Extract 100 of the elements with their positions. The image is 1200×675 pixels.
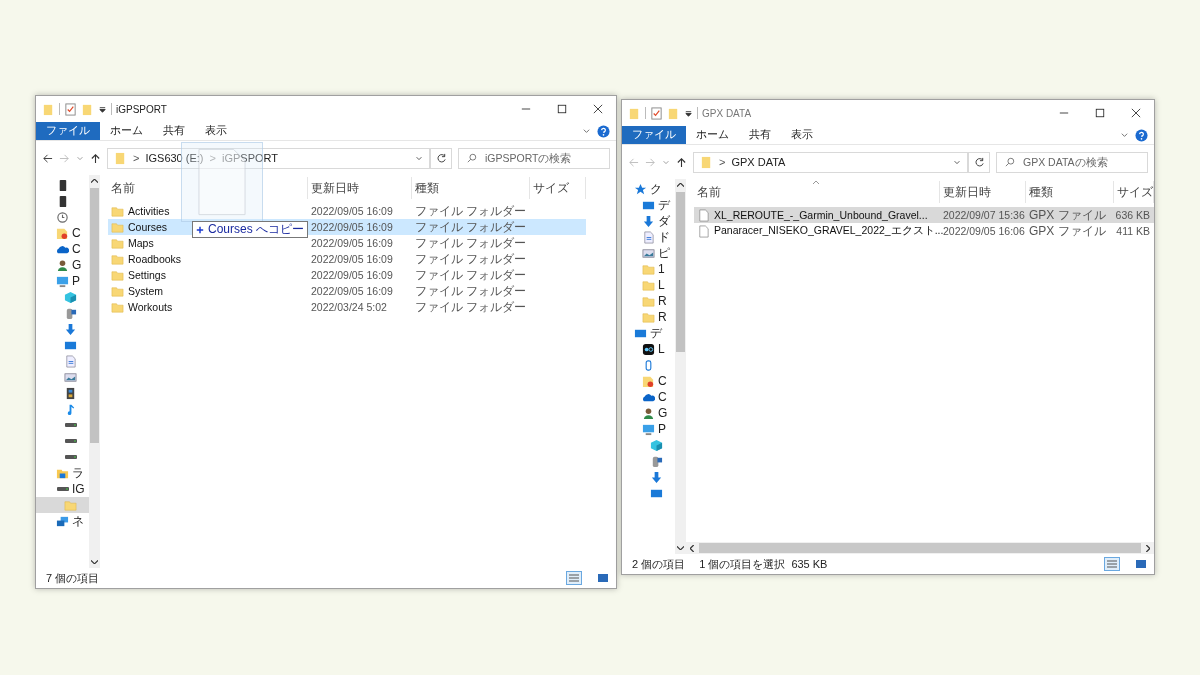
dropdown-chevron-icon[interactable] (953, 158, 961, 166)
item-count: 7 個の項目 (46, 570, 100, 586)
folder-icon (111, 236, 124, 250)
scroll-up-icon[interactable] (677, 183, 684, 188)
nav-item[interactable]: P (36, 273, 89, 289)
expand-ribbon-icon[interactable] (582, 126, 591, 136)
breadcrumb[interactable]: iGPSPORT (221, 152, 278, 164)
back-arrow-icon[interactable] (42, 152, 53, 164)
help-icon[interactable] (1135, 128, 1148, 142)
file-row[interactable]: Maps 2022/09/05 16:09 ファイル フォルダー (108, 235, 586, 251)
folder-icon (111, 204, 124, 218)
large-icons-view-icon[interactable] (596, 572, 610, 584)
nav-item[interactable]: ピ (622, 245, 675, 261)
file-row[interactable]: Settings 2022/09/05 16:09 ファイル フォルダー (108, 267, 586, 283)
column-header[interactable]: サイズ (1117, 183, 1153, 201)
up-arrow-icon[interactable] (676, 156, 687, 168)
refresh-icon[interactable] (435, 152, 447, 164)
nav-item[interactable]: C (622, 389, 675, 405)
nav-item[interactable]: デ (622, 197, 675, 213)
window-title: GPX DATA (702, 107, 752, 119)
ribbon-tab[interactable]: 表示 (195, 122, 237, 140)
nav-item[interactable]: ド (622, 229, 675, 245)
scroll-down-icon[interactable] (677, 545, 684, 550)
nav-item[interactable]: 1 (622, 261, 675, 277)
monitor-icon (56, 274, 69, 288)
details-view-icon[interactable] (566, 571, 582, 585)
ribbon-tab[interactable]: 表示 (781, 126, 823, 144)
address-bar[interactable]: > GPX DATA (693, 151, 968, 173)
scroll-right-icon[interactable] (1145, 544, 1150, 552)
ribbon-tab[interactable]: ホーム (686, 126, 739, 144)
folder-icon (114, 151, 127, 165)
folder-icon (111, 284, 124, 298)
date-cell-text: 2022/09/05 16:09 (310, 269, 394, 281)
search-field[interactable]: iGPSPORTの検索 (458, 147, 610, 169)
date-cell-text: 2022/09/05 16:06 (942, 225, 1026, 237)
help-icon[interactable] (597, 124, 610, 138)
drive-icon (64, 423, 77, 427)
nav-item[interactable]: IG (36, 481, 89, 497)
file-row[interactable]: Activities 2022/09/05 16:09 ファイル フォルダー (108, 203, 586, 219)
ribbon-tab[interactable]: 共有 (739, 126, 781, 144)
scroll-left-icon[interactable] (690, 544, 695, 552)
shared-folder-icon (56, 226, 69, 240)
nav-item[interactable]: L (622, 341, 675, 357)
search-field[interactable]: GPX DATAの検索 (996, 151, 1148, 173)
nav-item[interactable]: ク (622, 181, 675, 197)
file-icon (697, 224, 710, 238)
file-row[interactable]: Roadbooks 2022/09/05 16:09 ファイル フォルダー (108, 251, 586, 267)
column-header[interactable]: 更新日時 (311, 179, 359, 197)
nav-item[interactable]: C (36, 225, 89, 241)
nav-item[interactable]: C (622, 373, 675, 389)
nav-item[interactable]: G (36, 257, 89, 273)
column-header[interactable]: 種類 (415, 179, 439, 197)
nav-item[interactable]: G (622, 405, 675, 421)
file-row[interactable]: Panaracer_NISEKO_GRAVEL_2022_エクスト...2022/09/05 16:06 GPX ファイル 411 KB (694, 223, 1154, 239)
ribbon-tab[interactable]: ホーム (100, 122, 153, 140)
expand-ribbon-icon[interactable] (1120, 130, 1129, 140)
breadcrumb[interactable]: IGS630 (E:) (145, 152, 204, 164)
nav-item[interactable]: R (622, 309, 675, 325)
scroll-down-icon[interactable] (91, 559, 98, 564)
download-icon (650, 470, 663, 484)
details-view-icon[interactable] (1104, 557, 1120, 571)
nav-item[interactable]: P (622, 421, 675, 437)
type-cell-text: ファイル フォルダー (414, 266, 528, 284)
ribbon-tab[interactable]: 共有 (153, 122, 195, 140)
nav-item[interactable]: C (36, 241, 89, 257)
file-row[interactable]: XL_REROUTE_-_Garmin_Unbound_Gravel... 2022/09/07 15:36 GPX ファイル 636 KB (694, 207, 1154, 223)
scrollbar-thumb[interactable] (699, 543, 1141, 553)
column-header[interactable]: 更新日時 (943, 183, 991, 201)
dropdown-icon[interactable] (684, 108, 693, 118)
large-icons-view-icon[interactable] (1134, 558, 1148, 570)
ribbon-tab[interactable]: ファイル (36, 122, 100, 140)
type-cell-text: ファイル フォルダー (414, 234, 528, 252)
nav-item[interactable]: デ (622, 325, 675, 341)
nav-item[interactable]: L (622, 277, 675, 293)
file-row[interactable]: System 2022/09/05 16:09 ファイル フォルダー (108, 283, 586, 299)
address-bar[interactable]: > IGS630 (E:) > iGPSPORT (107, 147, 430, 169)
drive-icon (64, 455, 77, 459)
scrollbar-thumb[interactable] (676, 192, 685, 352)
dropdown-chevron-icon[interactable] (415, 154, 423, 162)
drive-icon (56, 487, 69, 491)
properties-icon[interactable] (64, 102, 77, 116)
type-cell-text: GPX ファイル (1028, 222, 1107, 240)
column-header[interactable]: 種類 (1029, 183, 1053, 201)
column-header[interactable]: 名前 (697, 183, 721, 201)
up-arrow-icon[interactable] (90, 152, 101, 164)
scroll-up-icon[interactable] (91, 179, 98, 184)
breadcrumb[interactable]: GPX DATA (731, 156, 786, 168)
dropdown-icon[interactable] (98, 104, 107, 114)
refresh-icon[interactable] (973, 156, 985, 168)
properties-icon[interactable] (650, 106, 663, 120)
ribbon-tab[interactable]: ファイル (622, 126, 686, 144)
nav-item[interactable]: ネ (36, 513, 89, 529)
scrollbar-thumb[interactable] (90, 188, 99, 443)
nav-item[interactable]: R (622, 293, 675, 309)
column-header[interactable]: サイズ (533, 179, 569, 197)
column-header[interactable]: 名前 (111, 179, 135, 197)
user-icon (642, 406, 655, 420)
file-row[interactable]: Workouts 2022/03/24 5:02 ファイル フォルダー (108, 299, 586, 315)
nav-item[interactable]: ダ (622, 213, 675, 229)
nav-item[interactable]: ラ (36, 465, 89, 481)
